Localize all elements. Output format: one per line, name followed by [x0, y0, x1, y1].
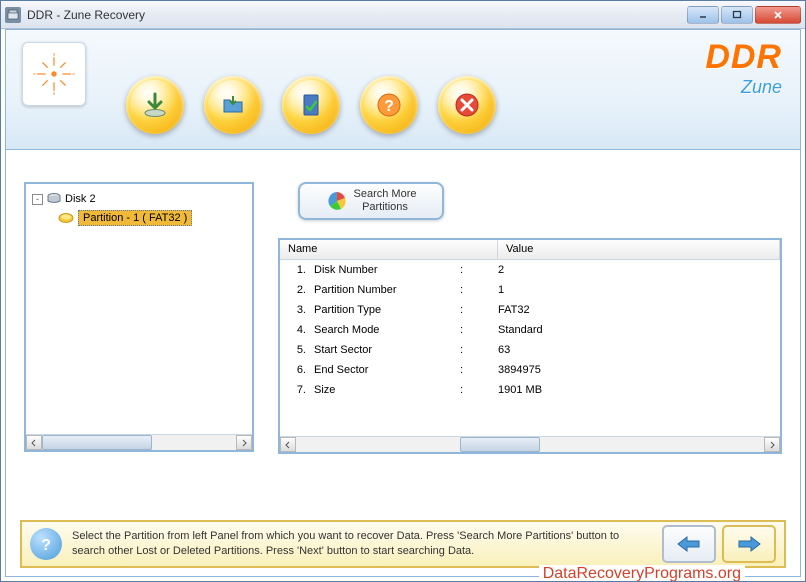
question-icon: ? [374, 90, 404, 120]
toolbar: ? [126, 76, 496, 134]
search-partitions-button[interactable]: Search More Partitions [298, 182, 444, 220]
folder-arrow-icon [218, 90, 248, 120]
tree-body[interactable]: - Disk 2 Partition - 1 ( FAT32 ) [26, 184, 252, 434]
window-title: DDR - Zune Recovery [27, 8, 687, 22]
scroll-left-button[interactable] [280, 437, 296, 452]
nav-buttons [662, 525, 776, 563]
tree-partition-row[interactable]: Partition - 1 ( FAT32 ) [58, 210, 246, 226]
brand-main: DDR [705, 38, 782, 77]
table-row[interactable]: 2.Partition Number:1 [280, 280, 780, 300]
app-window: DDR - Zune Recovery [0, 0, 806, 582]
logo-box [22, 42, 86, 106]
app-icon [5, 7, 21, 23]
content-frame: ? DDR Zune - Disk 2 [5, 29, 801, 577]
scroll-track[interactable] [42, 435, 236, 450]
partition-icon [58, 212, 74, 224]
book-check-icon [296, 90, 326, 120]
toolbar-book-button[interactable] [282, 76, 340, 134]
back-button[interactable] [662, 525, 716, 563]
next-arrow-icon [735, 534, 763, 554]
starburst-icon [33, 53, 75, 95]
table-row[interactable]: 3.Partition Type:FAT32 [280, 300, 780, 320]
minimize-button[interactable] [687, 6, 719, 24]
table-row[interactable]: 5.Start Sector:63 [280, 340, 780, 360]
info-icon: ? [30, 528, 62, 560]
search-button-text: Search More Partitions [354, 188, 417, 214]
next-button[interactable] [722, 525, 776, 563]
maximize-button[interactable] [721, 6, 753, 24]
tree-panel: - Disk 2 Partition - 1 ( FAT32 ) [24, 182, 254, 452]
download-arrow-icon [140, 90, 170, 120]
back-arrow-icon [675, 534, 703, 554]
main-area: - Disk 2 Partition - 1 ( FAT32 ) [6, 152, 800, 514]
table-body: 1.Disk Number:2 2.Partition Number:1 3.P… [280, 260, 780, 436]
toolbar-help-button[interactable]: ? [360, 76, 418, 134]
toolbar-folder-button[interactable] [204, 76, 262, 134]
tree-scrollbar[interactable] [26, 434, 252, 450]
svg-text:?: ? [384, 98, 394, 115]
info-table: Name Value 1.Disk Number:2 2.Partition N… [278, 238, 782, 454]
tree-disk-row[interactable]: - Disk 2 [32, 190, 246, 208]
pie-chart-icon [326, 190, 348, 212]
disk-icon [47, 192, 61, 206]
scroll-thumb[interactable] [42, 435, 152, 450]
window-controls [687, 6, 801, 24]
cancel-x-icon [452, 90, 482, 120]
table-header: Name Value [280, 240, 780, 260]
watermark: DataRecoveryPrograms.org [539, 565, 745, 582]
header-band: ? DDR Zune [6, 30, 800, 150]
scroll-right-button[interactable] [764, 437, 780, 452]
tree-disk-label: Disk 2 [65, 193, 96, 205]
tree-expander[interactable]: - [32, 194, 43, 205]
scroll-track[interactable] [296, 437, 764, 452]
scroll-thumb[interactable] [460, 437, 540, 452]
right-panel: Search More Partitions Name Value 1.Disk… [278, 182, 782, 504]
header-name[interactable]: Name [280, 240, 498, 259]
scroll-right-button[interactable] [236, 435, 252, 450]
table-row[interactable]: 7.Size:1901 MB [280, 380, 780, 400]
table-row[interactable]: 1.Disk Number:2 [280, 260, 780, 280]
table-scrollbar[interactable] [280, 436, 780, 452]
footer-text: Select the Partition from left Panel fro… [72, 529, 652, 559]
brand-sub: Zune [705, 77, 782, 98]
titlebar[interactable]: DDR - Zune Recovery [1, 1, 805, 29]
footer-bar: ? Select the Partition from left Panel f… [20, 520, 786, 568]
table-row[interactable]: 6.End Sector:3894975 [280, 360, 780, 380]
header-value[interactable]: Value [498, 240, 780, 259]
scroll-left-button[interactable] [26, 435, 42, 450]
toolbar-recover-button[interactable] [126, 76, 184, 134]
toolbar-cancel-button[interactable] [438, 76, 496, 134]
svg-text:?: ? [41, 537, 51, 553]
close-button[interactable] [755, 6, 801, 24]
table-row[interactable]: 4.Search Mode:Standard [280, 320, 780, 340]
brand: DDR Zune [705, 38, 782, 98]
tree-partition-label: Partition - 1 ( FAT32 ) [78, 210, 192, 226]
